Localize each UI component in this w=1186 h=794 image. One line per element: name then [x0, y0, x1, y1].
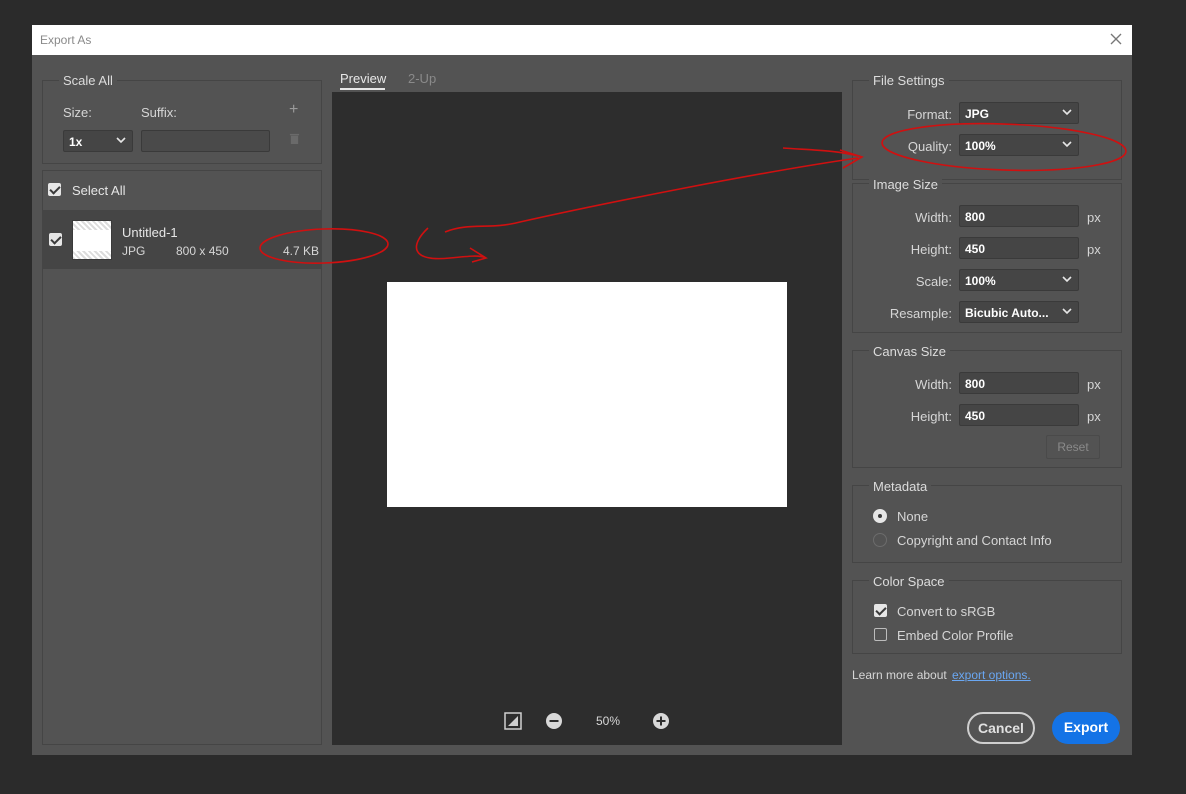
canvas-height-input[interactable]: 450 — [959, 404, 1079, 426]
close-icon[interactable] — [1108, 31, 1124, 47]
metadata-copyright-radio[interactable] — [873, 533, 887, 547]
chevron-down-icon — [1062, 109, 1072, 116]
export-as-dialog: Export As Scale All Size: Suffix: + 1x S… — [32, 25, 1132, 755]
zoom-level: 50% — [596, 714, 621, 728]
scale-select-value: 100% — [965, 274, 996, 288]
preview-area[interactable]: 50% — [332, 92, 842, 745]
asset-checkbox[interactable] — [49, 233, 62, 246]
chevron-down-icon — [116, 137, 126, 144]
image-width-input[interactable]: 800 — [959, 205, 1079, 227]
select-all-label: Select All — [72, 183, 126, 198]
image-height-input[interactable]: 450 — [959, 237, 1079, 259]
size-label: Size: — [63, 105, 92, 120]
color-space-title: Color Space — [869, 574, 949, 589]
select-all-checkbox[interactable] — [48, 183, 61, 196]
image-width-label: Width: — [915, 210, 952, 225]
learn-more-text: Learn more about — [852, 668, 947, 682]
format-label: Format: — [907, 107, 952, 122]
embed-profile-checkbox[interactable] — [874, 628, 887, 641]
image-width-unit: px — [1087, 210, 1101, 225]
toggle-background-icon[interactable] — [504, 712, 522, 730]
preview-image — [387, 282, 787, 507]
canvas-height-label: Height: — [910, 409, 952, 424]
tab-2-up[interactable]: 2-Up — [408, 71, 436, 86]
convert-srgb-checkbox[interactable] — [874, 604, 887, 617]
suffix-label: Suffix: — [141, 105, 177, 120]
reset-button[interactable]: Reset — [1046, 435, 1100, 459]
format-select-value: JPG — [965, 107, 990, 121]
asset-file-size: 4.7 KB — [283, 244, 320, 258]
embed-profile-label: Embed Color Profile — [897, 628, 1014, 643]
canvas-size-title: Canvas Size — [869, 344, 950, 359]
size-select[interactable]: 1x — [63, 130, 133, 152]
metadata-copyright-label: Copyright and Contact Info — [897, 533, 1052, 548]
asset-row[interactable]: Untitled-1 JPG 800 x 450 4.7 KB — [43, 210, 321, 269]
chevron-down-icon — [1062, 141, 1072, 148]
asset-dimensions: 800 x 450 — [176, 244, 229, 258]
scale-label: Scale: — [915, 274, 952, 289]
file-settings-group — [852, 80, 1122, 180]
resample-label: Resample: — [889, 306, 952, 321]
title-bar: Export As — [32, 25, 1132, 55]
file-settings-title: File Settings — [869, 73, 949, 88]
asset-name: Untitled-1 — [122, 225, 178, 240]
asset-format: JPG — [122, 244, 146, 258]
add-scale-icon[interactable]: + — [289, 101, 298, 119]
metadata-none-radio[interactable] — [873, 509, 887, 523]
tab-preview-underline — [340, 88, 385, 90]
scale-select[interactable]: 100% — [959, 269, 1079, 291]
chevron-down-icon — [1062, 276, 1072, 283]
scale-all-title: Scale All — [59, 73, 117, 88]
canvas-width-unit: px — [1087, 377, 1101, 392]
resample-select-value: Bicubic Auto... — [965, 306, 1049, 320]
zoom-out-icon[interactable] — [545, 712, 563, 730]
metadata-title: Metadata — [869, 479, 932, 494]
metadata-none-label: None — [897, 509, 929, 524]
trash-icon[interactable] — [289, 133, 300, 144]
tab-preview[interactable]: Preview — [340, 71, 386, 86]
format-select[interactable]: JPG — [959, 102, 1079, 124]
canvas-height-unit: px — [1087, 409, 1101, 424]
cancel-button[interactable]: Cancel — [967, 712, 1035, 744]
convert-srgb-label: Convert to sRGB — [897, 604, 996, 619]
image-height-unit: px — [1087, 242, 1101, 257]
quality-select-value: 100% — [965, 139, 996, 153]
image-height-label: Height: — [910, 242, 952, 257]
metadata-group — [852, 485, 1122, 563]
export-options-link[interactable]: export options. — [952, 668, 1031, 682]
chevron-down-icon — [1062, 308, 1072, 315]
export-button[interactable]: Export — [1052, 712, 1120, 744]
quality-label: Quality: — [907, 139, 952, 154]
canvas-width-label: Width: — [915, 377, 952, 392]
canvas-width-input[interactable]: 800 — [959, 372, 1079, 394]
suffix-input[interactable] — [141, 130, 270, 152]
image-size-title: Image Size — [869, 177, 943, 192]
size-select-value: 1x — [69, 135, 83, 149]
asset-thumbnail — [72, 220, 112, 260]
resample-select[interactable]: Bicubic Auto... — [959, 301, 1079, 323]
zoom-in-icon[interactable] — [652, 712, 670, 730]
quality-select[interactable]: 100% — [959, 134, 1079, 156]
dialog-title: Export As — [40, 33, 92, 47]
